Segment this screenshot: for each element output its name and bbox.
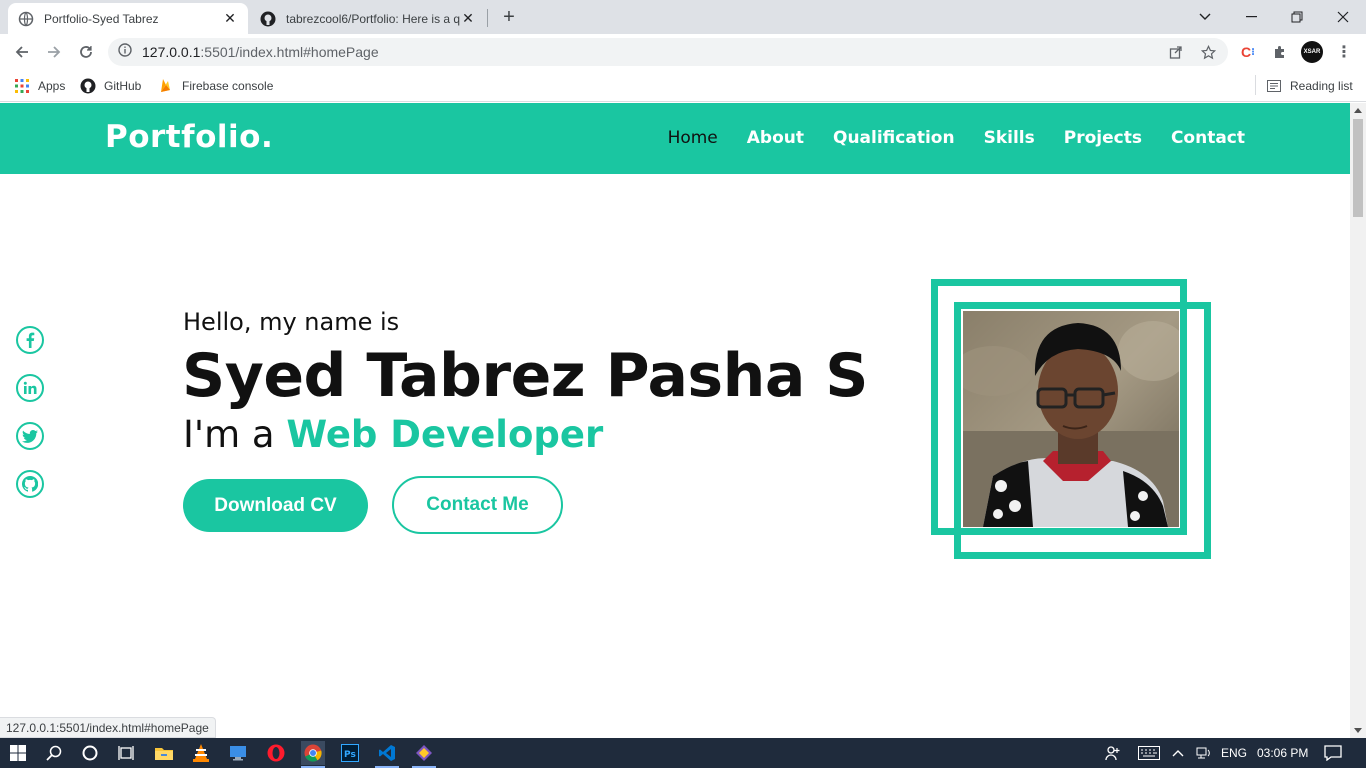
share-icon[interactable] bbox=[1164, 38, 1188, 66]
nav-home[interactable]: Home bbox=[668, 128, 718, 148]
tab-close-icon[interactable]: ✕ bbox=[460, 10, 476, 27]
photoshop-icon[interactable]: Ps bbox=[338, 741, 362, 765]
download-cv-button[interactable]: Download CV bbox=[183, 479, 368, 532]
minimize-icon[interactable] bbox=[1228, 0, 1274, 34]
tab-title: Portfolio-Syed Tabrez bbox=[44, 11, 159, 26]
keyboard-icon[interactable] bbox=[1138, 738, 1160, 768]
scroll-up-icon[interactable] bbox=[1354, 108, 1362, 113]
apps-grid-icon bbox=[14, 78, 30, 94]
vscode-icon[interactable] bbox=[375, 741, 399, 765]
vlc-icon[interactable] bbox=[189, 741, 213, 765]
windows-taskbar: Ps ENG 03:06 PM bbox=[0, 738, 1366, 768]
bookmark-github[interactable]: GitHub bbox=[80, 76, 141, 96]
address-bar[interactable]: 127.0.0.1:5501/index.html#homePage bbox=[108, 38, 1228, 66]
site-nav: Home About Qualification Skills Projects… bbox=[668, 128, 1245, 148]
reading-list-icon bbox=[1266, 78, 1282, 94]
extensions-puzzle-icon[interactable] bbox=[1269, 41, 1291, 63]
forward-icon[interactable] bbox=[40, 38, 68, 66]
github-icon bbox=[80, 78, 96, 94]
tab-title: tabrezcool6/Portfolio: Here is a q bbox=[286, 11, 460, 26]
firebase-icon bbox=[158, 78, 174, 94]
url-text: 127.0.0.1:5501/index.html#homePage bbox=[142, 44, 379, 60]
url-host: 127.0.0.1 bbox=[142, 44, 201, 60]
nav-skills[interactable]: Skills bbox=[984, 128, 1035, 148]
bookmark-label: GitHub bbox=[104, 79, 142, 93]
bookmark-label: Apps bbox=[38, 79, 66, 93]
reload-icon[interactable] bbox=[72, 38, 100, 66]
tray-chevron-up-icon[interactable] bbox=[1172, 738, 1184, 768]
search-icon[interactable] bbox=[42, 741, 66, 765]
bookmark-star-icon[interactable] bbox=[1196, 38, 1220, 66]
bookmarks-bar: Apps GitHub Firebase console Reading lis… bbox=[0, 70, 1366, 102]
nav-contact[interactable]: Contact bbox=[1171, 128, 1245, 148]
git-app-icon[interactable] bbox=[412, 741, 436, 765]
opera-icon[interactable] bbox=[264, 741, 288, 765]
hero-role: I'm a Web Developer bbox=[183, 413, 603, 456]
file-explorer-icon[interactable] bbox=[152, 741, 176, 765]
twitter-icon[interactable] bbox=[16, 422, 44, 450]
bookmark-separator bbox=[1255, 75, 1256, 95]
profile-avatar[interactable]: XSAR bbox=[1301, 41, 1323, 63]
nav-qualification[interactable]: Qualification bbox=[833, 128, 955, 148]
facebook-icon[interactable] bbox=[16, 326, 44, 354]
language-indicator[interactable]: ENG bbox=[1221, 738, 1247, 768]
hero-greeting: Hello, my name is bbox=[183, 308, 400, 336]
close-window-icon[interactable] bbox=[1320, 0, 1366, 34]
clock-time[interactable]: 03:06 PM bbox=[1257, 738, 1308, 768]
tab-separator bbox=[487, 9, 488, 27]
reading-list-label: Reading list bbox=[1290, 79, 1353, 93]
restore-icon[interactable] bbox=[1274, 0, 1320, 34]
cortana-icon[interactable] bbox=[78, 741, 102, 765]
site-logo[interactable]: Portfolio. bbox=[105, 119, 273, 155]
nav-about[interactable]: About bbox=[747, 128, 804, 148]
role-prefix: I'm a bbox=[183, 413, 287, 456]
extension-c-icon[interactable]: C ⁝ bbox=[1237, 41, 1259, 63]
page-viewport: Portfolio. Home About Qualification Skil… bbox=[0, 103, 1350, 738]
bookmark-apps[interactable]: Apps bbox=[14, 76, 65, 96]
tab-search-icon[interactable] bbox=[1182, 0, 1228, 34]
bookmark-label: Firebase console bbox=[182, 79, 274, 93]
globe-icon bbox=[18, 11, 34, 27]
reading-list-button[interactable]: Reading list bbox=[1266, 76, 1353, 96]
role-title: Web Developer bbox=[286, 413, 604, 456]
new-tab-button[interactable]: + bbox=[498, 6, 520, 28]
chrome-icon[interactable] bbox=[301, 741, 325, 765]
browser-toolbar: 127.0.0.1:5501/index.html#homePage C ⁝ XS… bbox=[0, 34, 1366, 70]
nav-projects[interactable]: Projects bbox=[1064, 128, 1142, 148]
scroll-down-icon[interactable] bbox=[1354, 728, 1362, 733]
contact-me-button[interactable]: Contact Me bbox=[392, 476, 563, 534]
page-scrollbar[interactable] bbox=[1350, 103, 1366, 738]
status-url-tooltip: 127.0.0.1:5501/index.html#homePage bbox=[0, 717, 216, 738]
svg-text:Ps: Ps bbox=[344, 750, 356, 760]
tab-close-icon[interactable]: ✕ bbox=[222, 10, 238, 27]
bookmark-firebase[interactable]: Firebase console bbox=[158, 76, 273, 96]
hero-name: Syed Tabrez Pasha S bbox=[182, 341, 868, 411]
tab-portfolio[interactable]: Portfolio-Syed Tabrez ✕ bbox=[8, 3, 248, 34]
more-menu-icon[interactable]: ⋮ bbox=[1333, 41, 1355, 63]
task-view-icon[interactable] bbox=[114, 741, 138, 765]
github-icon[interactable] bbox=[16, 470, 44, 498]
info-icon[interactable] bbox=[118, 42, 132, 62]
profile-photo bbox=[963, 311, 1179, 527]
linkedin-icon[interactable] bbox=[16, 374, 44, 402]
notifications-icon[interactable] bbox=[1324, 738, 1342, 768]
windows-start-icon[interactable] bbox=[6, 741, 30, 765]
tab-github-repo[interactable]: tabrezcool6/Portfolio: Here is a q ✕ bbox=[250, 3, 486, 34]
network-icon[interactable] bbox=[1196, 738, 1212, 768]
site-header: Portfolio. Home About Qualification Skil… bbox=[0, 103, 1350, 174]
scrollbar-thumb[interactable] bbox=[1353, 119, 1363, 217]
people-icon[interactable] bbox=[1105, 738, 1121, 768]
tab-strip: Portfolio-Syed Tabrez ✕ tabrezcool6/Port… bbox=[0, 0, 1366, 34]
back-icon[interactable] bbox=[8, 38, 36, 66]
desktop-app-icon[interactable] bbox=[226, 741, 250, 765]
url-path: :5501/index.html#homePage bbox=[200, 44, 379, 60]
github-icon bbox=[260, 11, 276, 27]
